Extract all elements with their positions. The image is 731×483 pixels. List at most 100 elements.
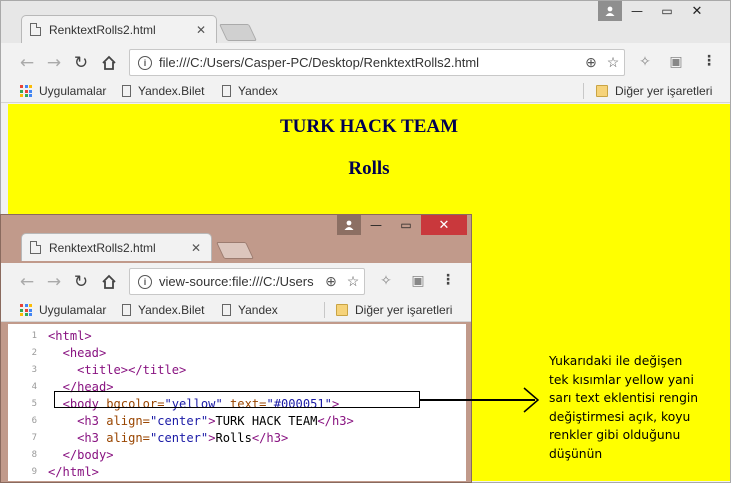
- minimize-button[interactable]: —: [622, 1, 652, 21]
- extension-icon[interactable]: ✧: [376, 273, 396, 289]
- close-window-button[interactable]: ✕: [682, 1, 712, 21]
- bookmark-yandex-bilet[interactable]: Yandex.Bilet: [122, 298, 205, 322]
- source-line: 7 <h3 align="center">Rolls</h3>: [8, 430, 466, 447]
- window-controls: — ▭ ✕: [598, 1, 712, 21]
- annotation-line: renkler gibi olduğunu: [549, 428, 681, 443]
- bookmarks-separator: [583, 83, 584, 99]
- info-icon[interactable]: i: [138, 274, 152, 289]
- highlight-box: [54, 391, 420, 408]
- annotation-note: Yukarıdaki ile değişen tek kısımlar yello…: [549, 352, 721, 464]
- extension-lock-icon[interactable]: ▣: [666, 54, 686, 70]
- address-bar[interactable]: i file:///C:/Users/Casper-PC/Desktop/Ren…: [129, 49, 625, 76]
- browser-window-source: RenktextRolls2.html ✕ — ▭ ✕ ← → ↻ i view…: [0, 214, 472, 483]
- bookmark-label: Yandex.Bilet: [138, 84, 205, 98]
- new-tab-button[interactable]: [219, 24, 257, 41]
- source-line: 6 <h3 align="center">TURK HACK TEAM</h3>: [8, 413, 466, 430]
- page-icon: [222, 85, 231, 97]
- star-icon[interactable]: ☆: [602, 54, 624, 71]
- page-icon: [222, 304, 231, 316]
- reload-icon[interactable]: ↻: [70, 52, 92, 74]
- tab-title: RenktextRolls2.html: [49, 240, 156, 255]
- bookmarks-separator: [324, 302, 325, 318]
- home-icon[interactable]: [98, 52, 120, 74]
- bookmark-apps[interactable]: Uygulamalar: [20, 298, 106, 322]
- home-icon[interactable]: [98, 271, 120, 293]
- bookmark-label: Diğer yer işaretleri: [615, 84, 713, 98]
- source-code: <title></title>: [77, 363, 187, 377]
- page-icon: [122, 85, 131, 97]
- line-number: 6: [31, 416, 37, 426]
- folder-icon: [336, 304, 348, 316]
- close-tab-icon[interactable]: ✕: [189, 241, 203, 255]
- source-code: <html>: [48, 329, 92, 343]
- bookmark-label: Diğer yer işaretleri: [355, 303, 453, 317]
- reload-icon[interactable]: ↻: [70, 271, 92, 293]
- bookmark-label: Yandex.Bilet: [138, 303, 205, 317]
- kebab-menu-icon[interactable]: ⋮: [699, 53, 719, 69]
- bookmark-yandex[interactable]: Yandex: [222, 298, 278, 322]
- minimize-button[interactable]: —: [361, 215, 391, 235]
- arrow-left-icon[interactable]: ←: [16, 52, 38, 74]
- line-number: 3: [31, 365, 37, 375]
- toolbar: ← → ↻ i view-source:file:///C:/Users ⊕ ☆…: [1, 263, 471, 300]
- star-icon[interactable]: ☆: [342, 273, 364, 290]
- annotation-line: Yukarıdaki ile değişen: [549, 354, 683, 368]
- new-tab-button[interactable]: [216, 242, 254, 259]
- bookmark-other[interactable]: Diğer yer işaretleri: [596, 79, 712, 103]
- bookmark-label: Yandex: [238, 84, 278, 98]
- toolbar: ← → ↻ i file:///C:/Users/Casper-PC/Deskt…: [1, 44, 730, 81]
- zoom-icon[interactable]: ⊕: [580, 54, 602, 71]
- source-line: 1 <html>: [8, 328, 466, 345]
- arrow-right-icon[interactable]: →: [43, 52, 65, 74]
- page-icon: [122, 304, 131, 316]
- tab-strip: RenktextRolls2.html ✕ — ▭ ✕: [1, 215, 471, 263]
- source-line: 2 <head>: [8, 345, 466, 362]
- bookmark-other[interactable]: Diğer yer işaretleri: [336, 298, 452, 322]
- tab-renktextrolls2-source[interactable]: RenktextRolls2.html ✕: [21, 233, 212, 261]
- source-code: </html>: [48, 465, 99, 479]
- kebab-menu-icon[interactable]: ⋮: [438, 272, 458, 288]
- source-code: <h3 align="center">Rolls</h3>: [77, 431, 289, 445]
- tab-renktextrolls2[interactable]: RenktextRolls2.html ✕: [21, 15, 217, 43]
- user-icon[interactable]: [598, 1, 622, 21]
- line-number: 2: [31, 348, 37, 358]
- source-code: <head>: [62, 346, 107, 360]
- bookmark-apps[interactable]: Uygulamalar: [20, 79, 106, 103]
- page-icon: [30, 23, 41, 36]
- address-url: view-source:file:///C:/Users: [159, 274, 314, 289]
- zoom-icon[interactable]: ⊕: [320, 273, 342, 290]
- source-line: 3 <title></title>: [8, 362, 466, 379]
- source-line: 8 </body>: [8, 447, 466, 464]
- heading-turk-hack-team: TURK HACK TEAM: [279, 116, 459, 137]
- info-icon[interactable]: i: [138, 55, 152, 70]
- address-bar[interactable]: i view-source:file:///C:/Users ⊕ ☆: [129, 268, 365, 295]
- line-number: 7: [31, 433, 37, 443]
- source-line: 9 </html>: [8, 464, 466, 481]
- arrow-line: [420, 399, 535, 401]
- arrow-left-icon[interactable]: ←: [16, 271, 38, 293]
- address-url: file:///C:/Users/Casper-PC/Desktop/Renkt…: [159, 55, 480, 70]
- apps-icon: [20, 304, 32, 316]
- page-icon: [30, 241, 41, 254]
- apps-icon: [20, 85, 32, 97]
- maximize-button[interactable]: ▭: [652, 1, 682, 21]
- bookmarks-bar: Uygulamalar Yandex.Bilet Yandex Diğer ye…: [1, 298, 471, 322]
- maximize-button[interactable]: ▭: [391, 215, 421, 235]
- extension-icon[interactable]: ✧: [635, 54, 655, 70]
- window-controls: — ▭ ✕: [337, 215, 467, 235]
- user-icon[interactable]: [337, 215, 361, 235]
- line-number: 8: [31, 450, 37, 460]
- source-code: </body>: [62, 448, 114, 462]
- bookmarks-bar: Uygulamalar Yandex.Bilet Yandex Diğer ye…: [1, 79, 730, 103]
- line-number: 5: [31, 399, 37, 409]
- tab-title: RenktextRolls2.html: [49, 22, 156, 37]
- close-window-button[interactable]: ✕: [421, 215, 467, 235]
- annotation-line: değiştirmesi açık, koyu: [549, 409, 691, 424]
- line-number: 1: [31, 331, 37, 341]
- annotation-line: düşünün: [549, 446, 603, 461]
- close-tab-icon[interactable]: ✕: [194, 23, 208, 37]
- extension-lock-icon[interactable]: ▣: [408, 273, 428, 289]
- arrow-right-icon[interactable]: →: [43, 271, 65, 293]
- bookmark-yandex-bilet[interactable]: Yandex.Bilet: [122, 79, 205, 103]
- bookmark-yandex[interactable]: Yandex: [222, 79, 278, 103]
